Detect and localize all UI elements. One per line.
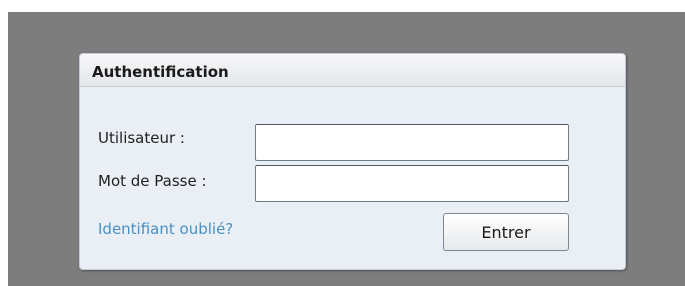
dialog-title: Authentification [92, 63, 229, 81]
submit-button[interactable]: Entrer [443, 213, 569, 251]
login-dialog: Authentification Utilisateur : Mot de Pa… [79, 53, 626, 270]
password-label: Mot de Passe : [98, 172, 207, 190]
username-field[interactable] [255, 124, 569, 161]
dialog-header: Authentification [80, 54, 625, 87]
username-label: Utilisateur : [98, 129, 185, 147]
forgot-username-link[interactable]: Identifiant oublié? [98, 220, 233, 238]
password-field[interactable] [255, 165, 569, 202]
